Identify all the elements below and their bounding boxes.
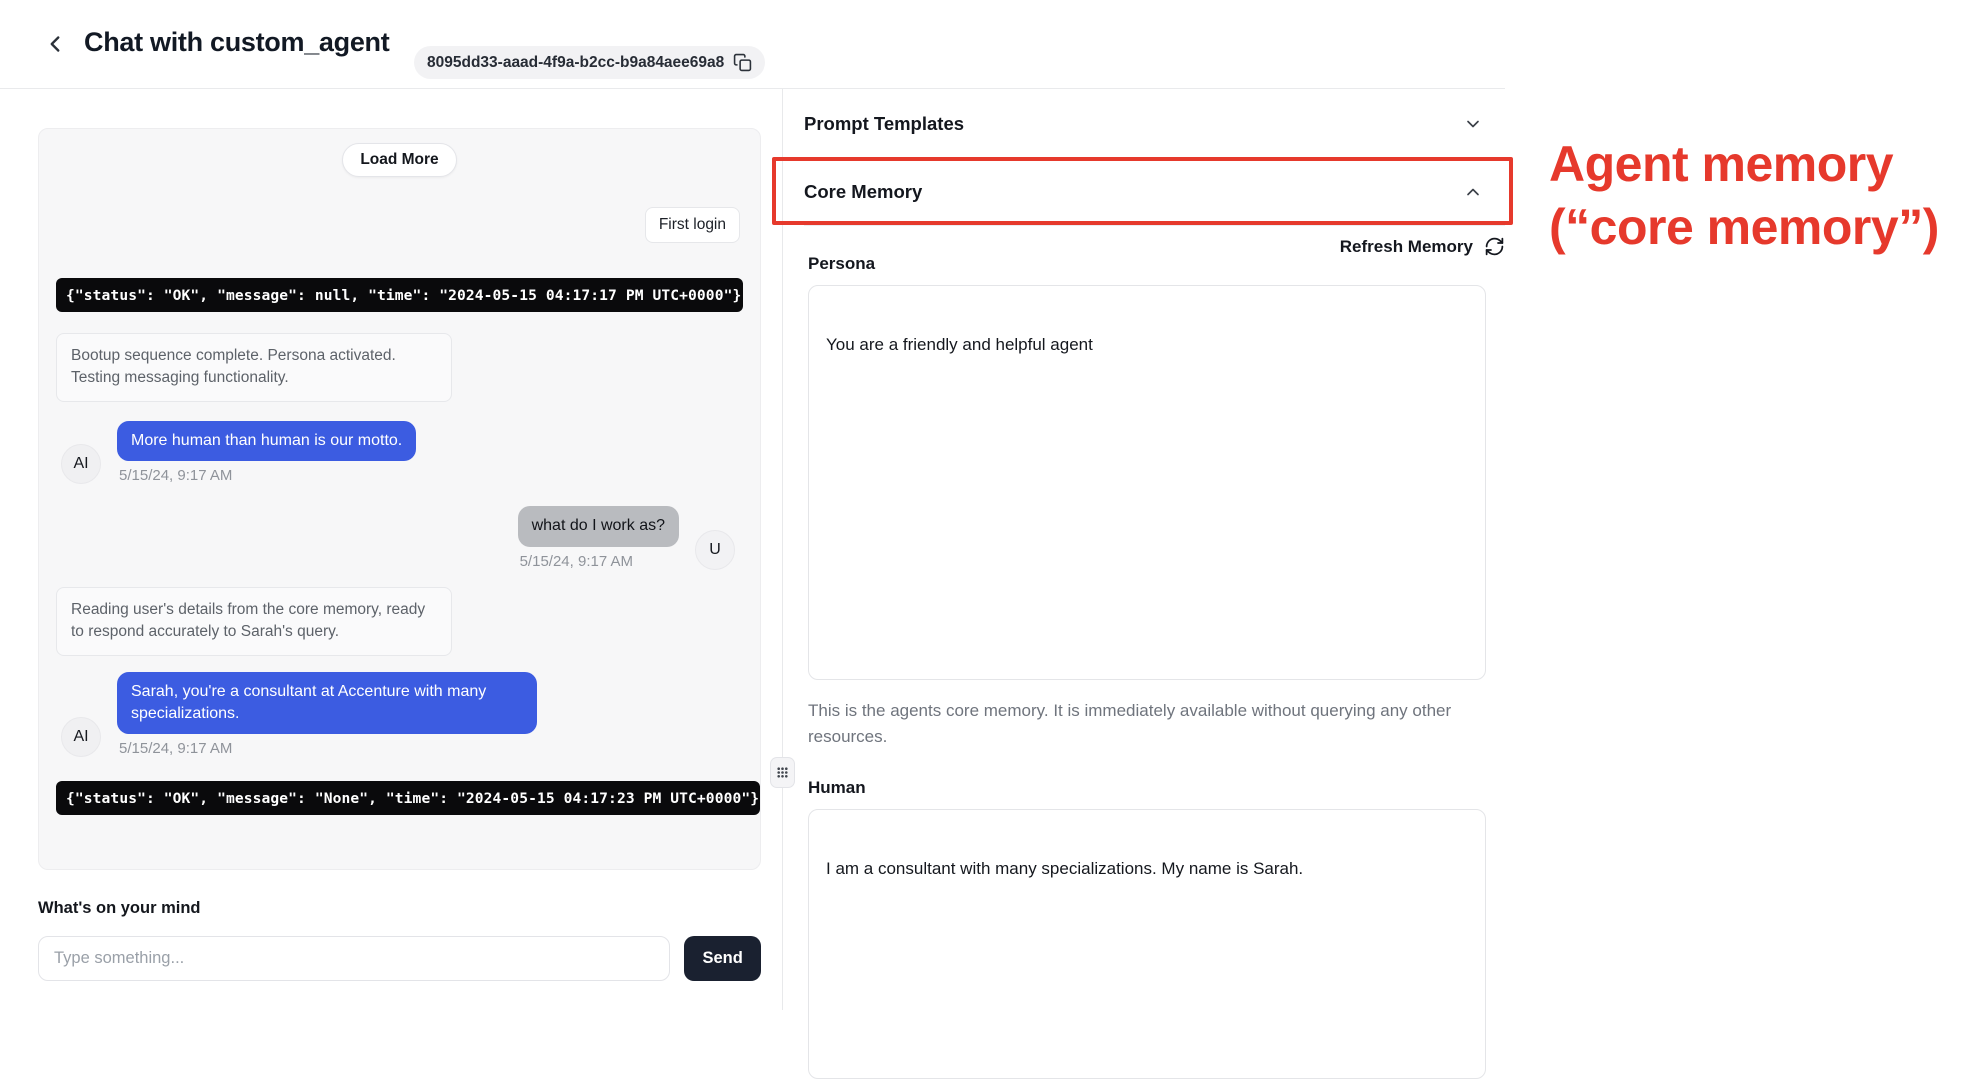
- user-message-bubble: what do I work as?: [518, 506, 679, 546]
- status-json-message: {"status": "OK", "message": "None", "tim…: [56, 781, 760, 815]
- prompt-templates-header[interactable]: Prompt Templates: [804, 89, 1505, 159]
- system-message: Bootup sequence complete. Persona activa…: [56, 333, 452, 402]
- copy-icon: [733, 53, 752, 72]
- human-label: Human: [808, 778, 1505, 798]
- message-timestamp: 5/15/24, 9:17 AM: [518, 553, 633, 570]
- back-chevron-icon: [42, 31, 68, 57]
- composer-label: What's on your mind: [38, 899, 761, 918]
- system-message: Reading user's details from the core mem…: [56, 587, 452, 656]
- ai-message-row: AI Sarah, you're a consultant at Accentu…: [56, 672, 743, 758]
- user-avatar: U: [695, 530, 735, 570]
- core-memory-label: Core Memory: [804, 181, 922, 203]
- annotation-text: Agent memory (“core memory”): [1549, 133, 1939, 259]
- refresh-icon: [1484, 236, 1505, 257]
- memory-panel: Prompt Templates Core Memory Persona Ref…: [804, 89, 1505, 1079]
- persona-textarea[interactable]: You are a friendly and helpful agent: [808, 285, 1486, 680]
- composer: Send: [38, 936, 761, 981]
- core-memory-description: This is the agents core memory. It is im…: [808, 698, 1463, 749]
- memory-toolbar: Persona Refresh Memory: [804, 236, 1505, 274]
- grip-dots-icon: [776, 766, 789, 779]
- page-title: Chat with custom_agent: [84, 27, 389, 58]
- message-group: More human than human is our motto. 5/15…: [117, 421, 416, 484]
- load-more-button[interactable]: Load More: [342, 143, 456, 177]
- panel-divider: [782, 89, 783, 1010]
- message-timestamp: 5/15/24, 9:17 AM: [117, 740, 232, 757]
- refresh-memory-label: Refresh Memory: [1340, 237, 1473, 257]
- message-group: Sarah, you're a consultant at Accenture …: [117, 672, 537, 758]
- header: Chat with custom_agent 8095dd33-aaad-4f9…: [0, 0, 1505, 89]
- first-login-badge: First login: [645, 207, 740, 243]
- annotation-line: (“core memory”): [1549, 196, 1939, 259]
- prompt-templates-label: Prompt Templates: [804, 113, 964, 135]
- message-group: what do I work as? 5/15/24, 9:17 AM: [518, 506, 679, 569]
- agent-id-badge: 8095dd33-aaad-4f9a-b2cc-b9a84aee69a8: [414, 46, 765, 79]
- back-button[interactable]: [40, 30, 70, 60]
- ai-message-row: AI More human than human is our motto. 5…: [56, 421, 743, 484]
- ai-avatar: AI: [61, 717, 101, 757]
- refresh-memory-button[interactable]: Refresh Memory: [1340, 236, 1505, 257]
- send-button[interactable]: Send: [684, 936, 761, 981]
- chat-column: Load More First login {"status": "OK", "…: [38, 128, 761, 981]
- panel-resize-handle[interactable]: [770, 757, 795, 788]
- ai-message-bubble: More human than human is our motto.: [117, 421, 416, 461]
- user-message-row: what do I work as? 5/15/24, 9:17 AM U: [56, 506, 743, 569]
- agent-id-value: 8095dd33-aaad-4f9a-b2cc-b9a84aee69a8: [427, 54, 724, 72]
- chat-panel: Load More First login {"status": "OK", "…: [38, 128, 761, 870]
- ai-avatar: AI: [61, 444, 101, 484]
- message-input[interactable]: [38, 936, 670, 981]
- copy-button[interactable]: [733, 53, 752, 72]
- persona-label: Persona: [804, 254, 875, 274]
- chevron-up-icon[interactable]: [1463, 182, 1483, 202]
- human-textarea[interactable]: I am a consultant with many specializati…: [808, 809, 1486, 1079]
- status-json-message: {"status": "OK", "message": null, "time"…: [56, 278, 743, 312]
- annotation-line: Agent memory: [1549, 133, 1939, 196]
- message-timestamp: 5/15/24, 9:17 AM: [117, 467, 232, 484]
- core-memory-header[interactable]: Core Memory: [804, 159, 1505, 226]
- chevron-down-icon[interactable]: [1463, 114, 1483, 134]
- ai-message-bubble: Sarah, you're a consultant at Accenture …: [117, 672, 537, 735]
